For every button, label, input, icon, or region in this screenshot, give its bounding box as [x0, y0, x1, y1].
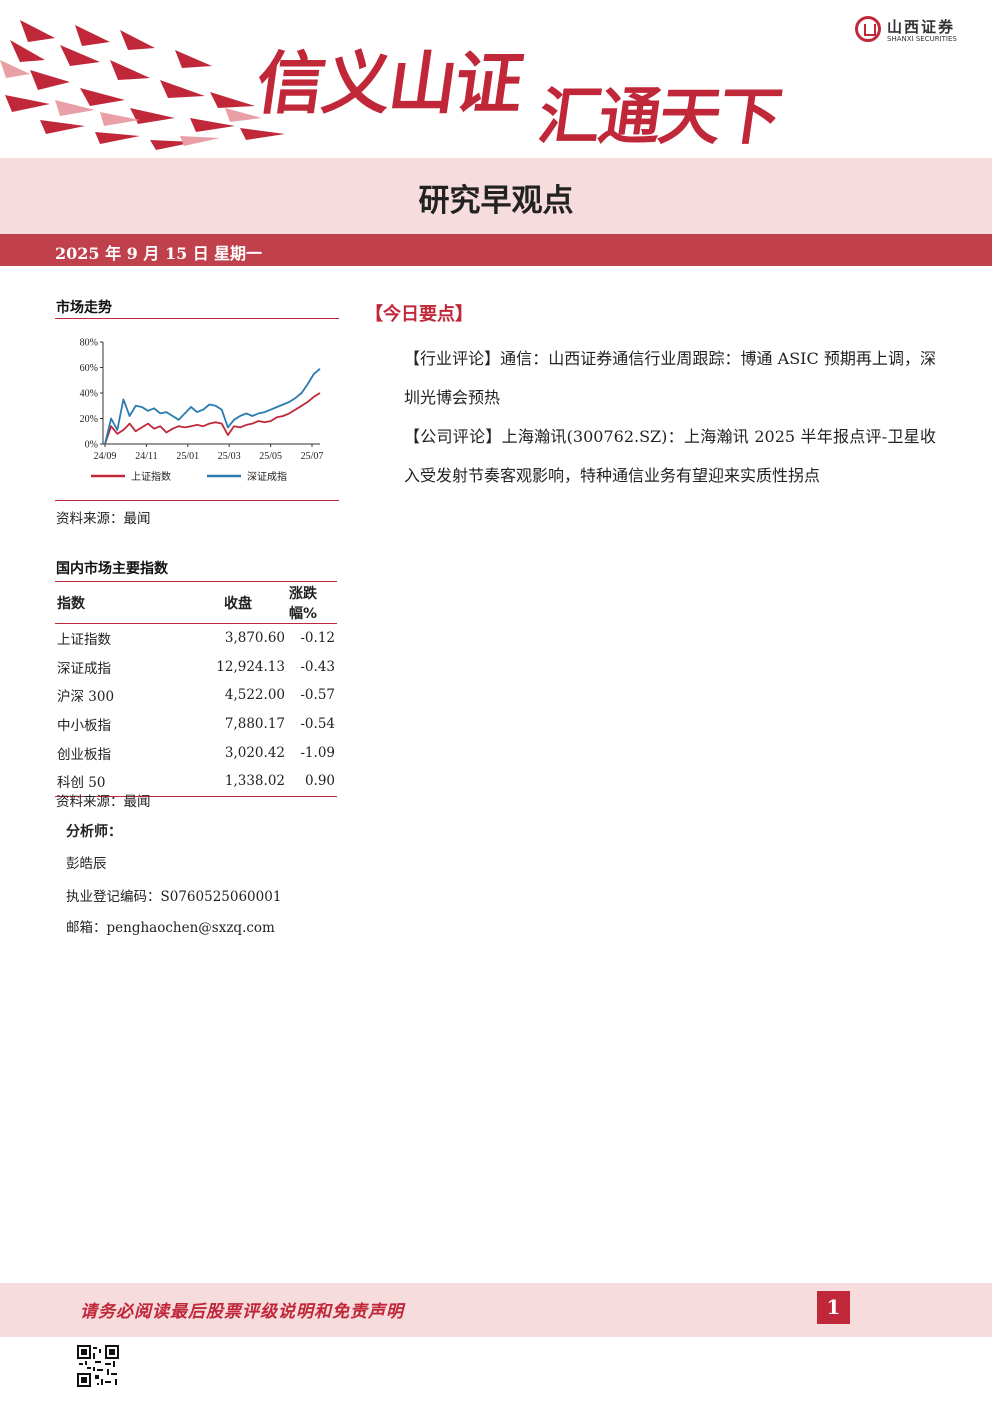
- page-number: 1: [817, 1291, 850, 1324]
- divider: [55, 318, 339, 319]
- index-change: -0.57: [300, 687, 335, 704]
- logo-text-en: SHANXI SECURITIES: [887, 35, 957, 43]
- page-title: 研究早观点: [418, 183, 574, 219]
- table-row: 中小板指 7,880.17 -0.54: [55, 710, 337, 739]
- disclaimer-notice: 请务必阅读最后股票评级说明和免责声明: [80, 1302, 404, 1322]
- x-tick-label: 24/11: [135, 451, 157, 462]
- arrow-swoosh-graphic: [0, 20, 285, 150]
- index-name: 深证成指: [57, 660, 111, 677]
- x-tick-label: 24/09: [94, 451, 117, 462]
- slogan-secondary: 汇通天下: [534, 80, 785, 153]
- analyst-name: 彭皓辰: [66, 856, 107, 872]
- x-tick-label: 25/03: [218, 451, 241, 462]
- divider: [55, 581, 337, 582]
- analyst-email: 邮箱：penghaochen@sxzq.com: [66, 920, 275, 936]
- market-trend-heading: 市场走势: [56, 300, 112, 316]
- series-line: [104, 368, 321, 445]
- index-close: 1,338.02: [167, 766, 287, 797]
- table-source: 资料来源：最闻: [56, 794, 151, 810]
- key-point-industry: 【行业评论】通信：山西证券通信行业周跟踪：博通 ASIC 预期再上调，深圳光博会…: [404, 349, 936, 407]
- qr-code-icon: [77, 1345, 119, 1387]
- index-change: -0.12: [300, 630, 335, 647]
- legend-label: 深证成指: [247, 470, 287, 483]
- y-tick-label: 40%: [80, 389, 98, 400]
- y-tick-label: 60%: [80, 363, 98, 374]
- divider: [55, 500, 339, 501]
- analyst-registration: 执业登记编码：S0760525060001: [66, 889, 282, 905]
- index-change: 0.90: [287, 766, 337, 797]
- indices-heading: 国内市场主要指数: [56, 561, 168, 577]
- x-tick-label: 25/05: [259, 451, 282, 462]
- column-header: 涨跌幅%: [287, 583, 337, 624]
- index-change: -1.09: [300, 744, 335, 761]
- table-row: 创业板指 3,020.42 -1.09: [55, 738, 337, 767]
- index-name: 创业板指: [57, 746, 111, 763]
- company-logo: 山西证券 SHANXI SECURITIES: [855, 16, 975, 46]
- market-trend-chart: 0% 20% 40% 60% 80% 24/09 24/11 25/01 25/03 25/05 2…: [80, 338, 324, 484]
- legend-label: 上证指数: [131, 470, 171, 483]
- x-tick-label: 25/07: [301, 451, 324, 462]
- table-header-row: 指数 收盘 涨跌幅%: [55, 583, 337, 624]
- index-change: -0.54: [300, 716, 335, 733]
- logo-mark-icon: [855, 16, 881, 42]
- title-bar: 研究早观点: [0, 158, 992, 234]
- header-banner: 信义山证 汇通天下 山西证券 SHANXI SECURITIES: [0, 0, 992, 158]
- y-tick-label: 80%: [80, 338, 98, 349]
- table-row: 上证指数 3,870.60 -0.12: [55, 624, 337, 653]
- key-point-company: 【公司评论】上海瀚讯(300762.SZ)：上海瀚讯 2025 半年报点评-卫星…: [404, 427, 936, 485]
- report-weekday: 星期一: [214, 244, 263, 263]
- logo-text-cn: 山西证券: [887, 18, 956, 36]
- index-close: 3,020.42: [224, 744, 285, 761]
- today-heading: 【今日要点】: [365, 304, 473, 325]
- report-date: 2025 年 9 月 15 日: [55, 244, 209, 263]
- analyst-label: 分析师：: [66, 824, 122, 840]
- series-line: [104, 392, 321, 445]
- index-name: 上证指数: [57, 632, 111, 649]
- x-tick-label: 25/01: [176, 451, 199, 462]
- index-name: 中小板指: [57, 718, 111, 735]
- y-tick-label: 20%: [80, 414, 98, 425]
- table-row: 沪深 300 4,522.00 -0.57: [55, 681, 337, 710]
- y-tick-label: 0%: [85, 440, 98, 451]
- index-close: 3,870.60: [224, 630, 285, 647]
- indices-table: 指数 收盘 涨跌幅% 上证指数 3,870.60 -0.12 深证成指 12,9…: [55, 583, 337, 797]
- table-row: 深证成指 12,924.13 -0.43: [55, 653, 337, 682]
- chart-source: 资料来源：最闻: [56, 511, 151, 527]
- index-close: 4,522.00: [224, 687, 285, 704]
- index-close: 12,924.13: [216, 658, 285, 675]
- index-change: -0.43: [300, 658, 335, 675]
- footer-bar: 请务必阅读最后股票评级说明和免责声明 1: [0, 1283, 992, 1337]
- slogan-primary: 信义山证: [251, 44, 527, 124]
- column-header: 收盘: [167, 583, 287, 624]
- index-name: 沪深 300: [57, 689, 115, 706]
- date-bar: 2025 年 9 月 15 日 星期一: [0, 234, 992, 266]
- column-header: 指数: [55, 583, 167, 624]
- index-close: 7,880.17: [224, 716, 285, 733]
